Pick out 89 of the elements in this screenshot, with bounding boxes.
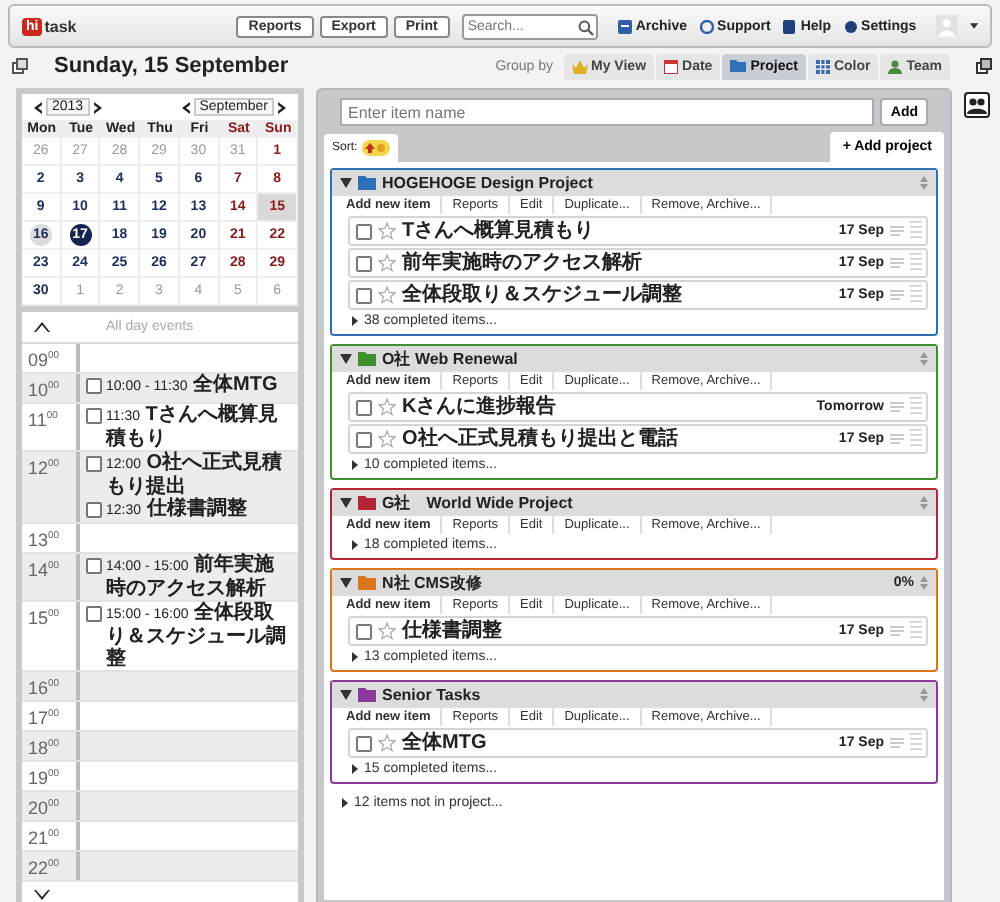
crown-icon — [571, 59, 588, 73]
expand-caret-icon[interactable] — [340, 354, 352, 364]
expand-arrow-icon[interactable] — [352, 540, 358, 550]
task-checkbox[interactable] — [356, 287, 372, 303]
expand-arrow-icon[interactable] — [352, 652, 358, 662]
hour-label: 19$^{00}$ — [26, 766, 62, 790]
event-checkbox[interactable] — [86, 408, 102, 424]
task-title[interactable]: O社へ正式見積もり提出と電話 — [402, 427, 678, 451]
task-title[interactable]: 前年実施時のアクセス解析 — [402, 251, 642, 275]
person-icon — [888, 59, 903, 73]
next-icon[interactable] — [278, 101, 286, 113]
event-checkbox[interactable] — [86, 558, 102, 574]
drag-handle-icon[interactable] — [910, 252, 922, 274]
project-name[interactable]: Senior Tasks — [382, 686, 481, 704]
expand-caret-icon[interactable] — [340, 498, 352, 508]
task-checkbox[interactable] — [356, 735, 372, 751]
sort-handle-icon[interactable] — [920, 496, 928, 510]
sort-handle-icon[interactable] — [920, 688, 928, 702]
hour-label: 14$^{00}$ — [26, 558, 62, 584]
event-checkbox[interactable] — [86, 606, 102, 622]
task-checkbox[interactable] — [356, 431, 372, 447]
hour-label: 09$^{00}$ — [26, 348, 62, 372]
ring-icon — [699, 19, 714, 33]
hour-label: 18$^{00}$ — [26, 736, 62, 760]
hour-label: 13$^{00}$ — [26, 528, 62, 552]
task-checkbox[interactable] — [356, 255, 372, 271]
star-icon[interactable] — [378, 286, 396, 304]
calendar-icon — [664, 59, 679, 73]
hour-label: 15$^{00}$ — [26, 606, 62, 632]
drag-handle-icon[interactable] — [910, 220, 922, 242]
star-icon[interactable] — [378, 398, 396, 416]
sort-handle-icon[interactable] — [920, 576, 928, 590]
book-icon — [782, 19, 797, 33]
project-name[interactable]: N社 CMS改修 — [382, 572, 482, 594]
grid-icon — [815, 59, 830, 73]
hour-label: 12$^{00}$ — [26, 456, 62, 482]
archive-box-icon — [617, 19, 632, 33]
team-icon[interactable] — [964, 92, 990, 118]
sort-handle-icon[interactable] — [920, 352, 928, 366]
project-name[interactable]: O社 Web Renewal — [382, 348, 518, 370]
window-icon[interactable] — [12, 58, 28, 74]
hour-label: 20$^{00}$ — [26, 796, 62, 820]
task-title[interactable]: 全体MTG — [402, 731, 487, 755]
caret-icon[interactable] — [969, 22, 978, 30]
star-icon[interactable] — [378, 254, 396, 272]
star-icon[interactable] — [378, 734, 396, 752]
copy-icon[interactable] — [976, 58, 992, 74]
task-title[interactable]: Kさんに進捗報告 — [402, 395, 557, 419]
task-title[interactable]: 全体段取り＆スケジュール調整 — [402, 283, 682, 307]
hour-label: 17$^{00}$ — [26, 706, 62, 730]
drag-handle-icon[interactable] — [910, 284, 922, 306]
star-icon[interactable] — [378, 222, 396, 240]
task-title[interactable]: 仕様書調整 — [402, 619, 502, 643]
hour-label: 11$^{00}$ — [26, 408, 60, 434]
drag-handle-icon[interactable] — [910, 732, 922, 754]
task-checkbox[interactable] — [356, 399, 372, 415]
hour-label: 10$^{00}$ — [26, 378, 62, 402]
hour-label: 21$^{00}$ — [26, 826, 62, 850]
task-checkbox[interactable] — [356, 623, 372, 639]
expand-arrow-icon[interactable] — [352, 316, 358, 326]
settings-icon — [843, 19, 858, 33]
expand-arrow-icon[interactable] — [352, 460, 358, 470]
logo-text: task — [44, 17, 77, 35]
expand-caret-icon[interactable] — [340, 690, 352, 700]
search-icon — [577, 19, 594, 35]
event-checkbox[interactable] — [86, 502, 102, 518]
hour-label: 16$^{00}$ — [26, 676, 62, 700]
star-icon[interactable] — [378, 430, 396, 448]
previous-icon[interactable] — [34, 101, 42, 113]
drag-handle-icon[interactable] — [910, 620, 922, 642]
expand-arrow-icon[interactable] — [342, 798, 348, 808]
event-checkbox[interactable] — [86, 378, 102, 394]
expand-caret-icon[interactable] — [340, 578, 352, 588]
drag-handle-icon[interactable] — [910, 396, 922, 418]
sort-handle-icon[interactable] — [920, 176, 928, 190]
folder-icon — [730, 60, 747, 72]
drag-handle-icon[interactable] — [910, 428, 922, 450]
hour-label: 22$^{00}$ — [26, 856, 62, 880]
star-icon[interactable] — [378, 622, 396, 640]
task-title[interactable]: Tさんへ概算見積もり — [402, 219, 595, 243]
scroll-up-icon[interactable] — [34, 322, 50, 332]
expand-caret-icon[interactable] — [340, 178, 352, 188]
event-checkbox[interactable] — [86, 456, 102, 472]
item-name-field[interactable]: Enter item name — [340, 98, 875, 126]
date-title: Sunday, 15 September — [54, 54, 289, 78]
task-checkbox[interactable] — [356, 223, 372, 239]
sort-order-icon[interactable] — [361, 140, 390, 156]
expand-arrow-icon[interactable] — [352, 764, 358, 774]
scroll-down-icon[interactable] — [34, 890, 50, 900]
